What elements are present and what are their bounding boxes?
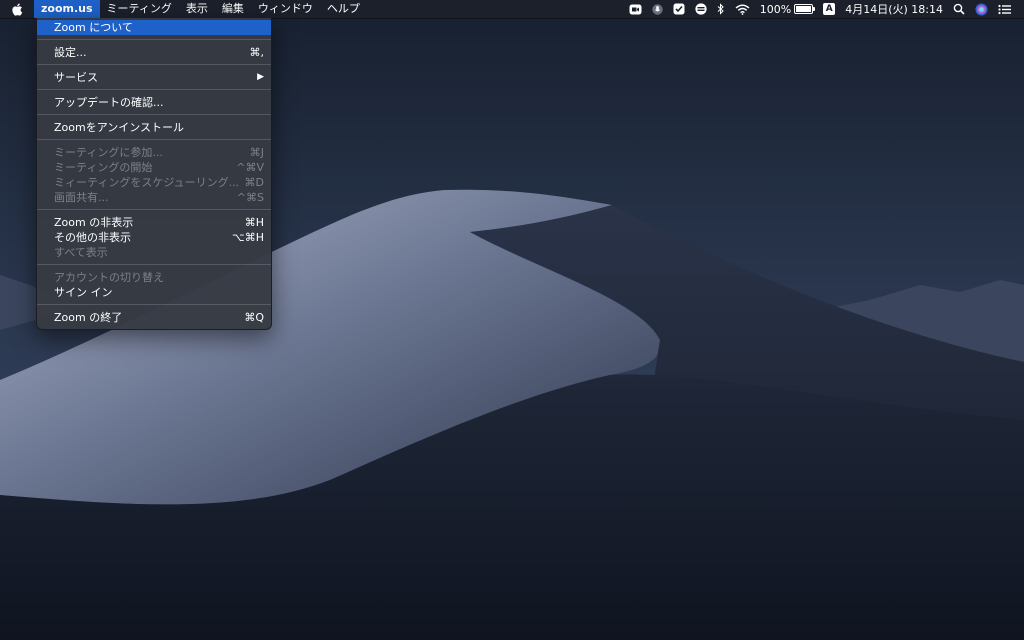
menu-item-2-0[interactable]: サービス ▶	[37, 70, 271, 85]
menu-item-label: アカウントの切り替え	[54, 271, 164, 284]
menu-item-label: 設定...	[54, 46, 87, 59]
menu-item-label: ミーティングに参加...	[54, 146, 163, 159]
menu-separator	[37, 209, 271, 210]
battery-level-fill	[796, 6, 812, 12]
spotlight-search-icon[interactable]	[953, 0, 965, 18]
menu-bar-left: zoom.us ミーティング 表示 編集 ウィンドウ ヘルプ	[0, 0, 367, 18]
menu-item-3-0[interactable]: アップデートの確認...	[37, 95, 271, 110]
menu-item-shortcut: ⌘H	[244, 216, 264, 229]
battery-percent: 100%	[759, 2, 792, 16]
menu-item-1-0[interactable]: 設定... ⌘,	[37, 45, 271, 60]
menu-item-0-0[interactable]: Zoom について	[37, 20, 271, 35]
menu-item-label: Zoomをアンインストール	[54, 121, 185, 134]
menu-item-8-0[interactable]: Zoom の終了 ⌘Q	[37, 310, 271, 325]
menu-item-7-1[interactable]: サイン イン	[37, 285, 271, 300]
menu-item-label: Zoom について	[54, 21, 133, 34]
submenu-arrow-icon: ▶	[257, 72, 264, 82]
menu-item-7-0: アカウントの切り替え	[37, 270, 271, 285]
menu-separator	[37, 89, 271, 90]
menu-item-shortcut: ⌘D	[244, 176, 264, 189]
siri-icon[interactable]	[975, 0, 988, 18]
menu-item-shortcut: ^⌘S	[236, 191, 264, 204]
input-source-indicator: A	[823, 3, 836, 15]
battery-status[interactable]: 100%	[759, 0, 816, 18]
menu-item-5-2: ミィーティングをスケジューリング... ⌘D	[37, 175, 271, 190]
input-source-menu[interactable]: A	[823, 0, 836, 18]
menu-item-label: Zoom の終了	[54, 311, 123, 324]
menu-item-label: ミィーティングをスケジューリング...	[54, 176, 240, 189]
menu-item-label: サービス	[54, 71, 98, 84]
apple-logo-icon	[12, 3, 23, 16]
menu-edit[interactable]: 編集	[215, 0, 251, 18]
menu-item-label: 画面共有...	[54, 191, 109, 204]
menu-separator	[37, 64, 271, 65]
menu-meeting[interactable]: ミーティング	[100, 0, 179, 18]
battery-icon	[794, 4, 816, 14]
wifi-icon[interactable]	[735, 0, 750, 18]
menu-bar: zoom.us ミーティング 表示 編集 ウィンドウ ヘルプ 100% A 4月…	[0, 0, 1024, 19]
menu-item-label: Zoom の非表示	[54, 216, 134, 229]
zoom-us-dropdown-menu: Zoom について 設定... ⌘, サービス ▶ アップデートの確認... Zoomをアン…	[36, 18, 272, 330]
menu-item-label: サイン イン	[54, 286, 113, 299]
menu-item-shortcut: ⌘Q	[244, 311, 264, 324]
notification-center-icon[interactable]	[998, 0, 1011, 18]
menu-separator	[37, 139, 271, 140]
menu-separator	[37, 264, 271, 265]
menu-item-6-2: すべて表示	[37, 245, 271, 260]
menu-separator	[37, 114, 271, 115]
checkmark-tray-icon[interactable]	[673, 0, 685, 18]
menu-item-5-1: ミーティングの開始 ^⌘V	[37, 160, 271, 175]
menu-item-6-1[interactable]: その他の非表示 ⌥⌘H	[37, 230, 271, 245]
menu-bar-right: 100% A 4月14日(火) 18:14	[624, 0, 1024, 18]
microphone-tray-icon[interactable]	[652, 0, 663, 18]
menu-window[interactable]: ウィンドウ	[251, 0, 320, 18]
menu-item-shortcut: ⌘,	[249, 46, 265, 59]
bluetooth-icon[interactable]	[717, 0, 725, 18]
menu-item-6-0[interactable]: Zoom の非表示 ⌘H	[37, 215, 271, 230]
menu-item-5-3: 画面共有... ^⌘S	[37, 190, 271, 205]
menu-item-label: ミーティングの開始	[54, 161, 153, 174]
menu-help[interactable]: ヘルプ	[320, 0, 367, 18]
menu-item-shortcut: ^⌘V	[236, 161, 264, 174]
apple-menu-button[interactable]	[0, 0, 34, 18]
stacked-app-tray-icon[interactable]	[695, 0, 707, 18]
menu-zoom-us[interactable]: zoom.us	[34, 0, 100, 18]
menu-item-label: アップデートの確認...	[54, 96, 164, 109]
menu-item-4-0[interactable]: Zoomをアンインストール	[37, 120, 271, 135]
menu-item-shortcut: ⌥⌘H	[232, 231, 264, 244]
clock[interactable]: 4月14日(火) 18:14	[845, 0, 943, 18]
zoom-tray-icon[interactable]	[629, 0, 642, 18]
menu-item-5-0: ミーティングに参加... ⌘J	[37, 145, 271, 160]
menu-item-label: その他の非表示	[54, 231, 131, 244]
menu-item-label: すべて表示	[54, 246, 108, 259]
menu-view[interactable]: 表示	[179, 0, 215, 18]
menu-item-shortcut: ⌘J	[249, 146, 264, 159]
menu-separator	[37, 39, 271, 40]
menu-separator	[37, 304, 271, 305]
